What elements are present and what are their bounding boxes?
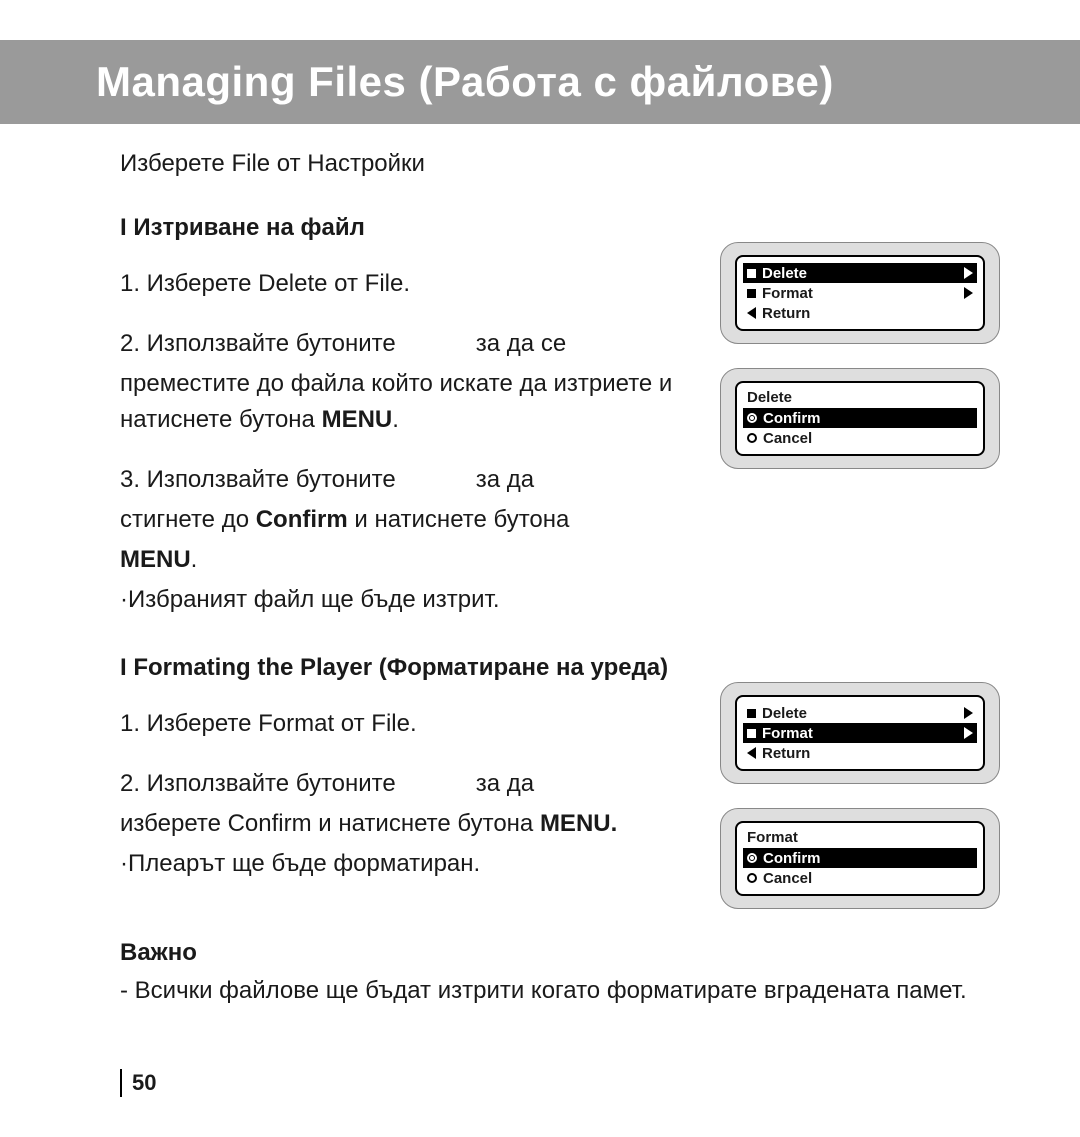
dialog-option-label: Cancel [763,870,973,887]
intro-text: Изберете File от Настройки [120,150,1000,178]
bullet-icon [747,269,756,278]
important-text: - Всички файлове ще бъдат изтрити когато… [120,973,1000,1009]
delete-step2a: 2. Използвайте бутоните [120,330,396,357]
delete-step3a: 3. Използвайте бутоните [120,466,396,493]
page-number: 50 [120,1069,1080,1097]
menu-item-format: Format [743,723,977,743]
delete-step3c: стигнете до Confirm и натиснете бутона [120,502,690,538]
confirm-keyword: Confirm [256,506,348,533]
lcd-file-menu-format: Delete Format Return [735,695,985,771]
format-note: ·Плеарът ще бъде форматиран. [120,846,690,882]
chapter-title: Managing Files (Работа с файлове) [96,58,1080,106]
format-step2b: за да [476,770,534,797]
menu-item-label: Format [762,725,964,742]
section-delete-body: 1. Изберете Delete от File. 2. Използвай… [120,242,1000,618]
screens-column-delete: Delete Format Return [720,242,1000,469]
bullet-icon [747,709,756,718]
dialog-option-confirm: Confirm [743,848,977,868]
menu-item-delete: Delete [747,703,973,723]
section-delete-text: 1. Изберете Delete от File. 2. Използвай… [120,242,720,618]
dialog-title: Delete [747,389,973,406]
lcd-format-confirm: Format Confirm Cancel [735,821,985,896]
menu-item-format: Format [747,283,973,303]
radio-unselected-icon [747,433,757,443]
chapter-title-band: Managing Files (Работа с файлове) [0,40,1080,124]
delete-step3: 3. Използвайте бутоните за да [120,462,690,498]
lcd-delete-confirm: Delete Confirm Cancel [735,381,985,456]
chevron-right-icon [964,267,973,279]
radio-selected-icon [747,853,757,863]
screens-column-format: Delete Format Return [720,682,1000,909]
section-heading-delete: I Изтриване на файл [120,214,1000,242]
device-screen-file-menu-delete: Delete Format Return [720,242,1000,344]
delete-note: ·Избраният файл ще бъде изтрит. [120,582,690,618]
delete-step2: 2. Използвайте бутоните за да се [120,326,690,362]
important-heading: Важно [120,939,1000,967]
chevron-right-icon [964,707,973,719]
menu-item-label: Format [762,285,964,302]
dialog-option-label: Cancel [763,430,973,447]
dialog-option-label: Confirm [763,410,973,427]
section-format-body: 1. Изберете Format от File. 2. Използвай… [120,682,1000,909]
format-step2c: изберете Confirm и натиснете бутона MENU… [120,806,690,842]
delete-step1: 1. Изберете Delete от File. [120,266,690,302]
radio-unselected-icon [747,873,757,883]
chevron-right-icon [964,727,973,739]
dialog-option-label: Confirm [763,850,973,867]
menu-keyword: MENU [322,406,393,433]
delete-step3-menu: MENU. [120,542,690,578]
device-screen-format-confirm: Format Confirm Cancel [720,808,1000,909]
menu-keyword: MENU. [540,810,617,837]
menu-item-delete: Delete [743,263,977,283]
menu-item-label: Return [762,305,973,322]
delete-step2c: преместите до файла който искате да изтр… [120,366,690,438]
lcd-file-menu-delete: Delete Format Return [735,255,985,331]
manual-page: Managing Files (Работа с файлове) Избере… [0,40,1080,1137]
format-step2a: 2. Използвайте бутоните [120,770,396,797]
menu-item-return: Return [747,743,973,763]
chevron-left-icon [747,747,756,759]
dialog-option-cancel: Cancel [747,868,973,888]
device-screen-file-menu-format: Delete Format Return [720,682,1000,784]
delete-step2b: за да се [476,330,566,357]
menu-item-return: Return [747,303,973,323]
radio-selected-icon [747,413,757,423]
chevron-right-icon [964,287,973,299]
dialog-title: Format [747,829,973,846]
chevron-left-icon [747,307,756,319]
dialog-option-cancel: Cancel [747,428,973,448]
page-content: Изберете File от Настройки I Изтриване н… [0,124,1080,1009]
menu-item-label: Return [762,745,973,762]
format-step2: 2. Използвайте бутоните за да [120,766,690,802]
section-format-text: 1. Изберете Format от File. 2. Използвай… [120,682,720,882]
delete-step3b: за да [476,466,534,493]
format-step1: 1. Изберете Format от File. [120,706,690,742]
menu-item-label: Delete [762,705,964,722]
section-heading-format: I Formating the Player (Форматиране на у… [120,654,1000,682]
menu-item-label: Delete [762,265,964,282]
menu-keyword: MENU [120,546,191,573]
device-screen-delete-confirm: Delete Confirm Cancel [720,368,1000,469]
bullet-icon [747,289,756,298]
dialog-option-confirm: Confirm [743,408,977,428]
bullet-icon [747,729,756,738]
